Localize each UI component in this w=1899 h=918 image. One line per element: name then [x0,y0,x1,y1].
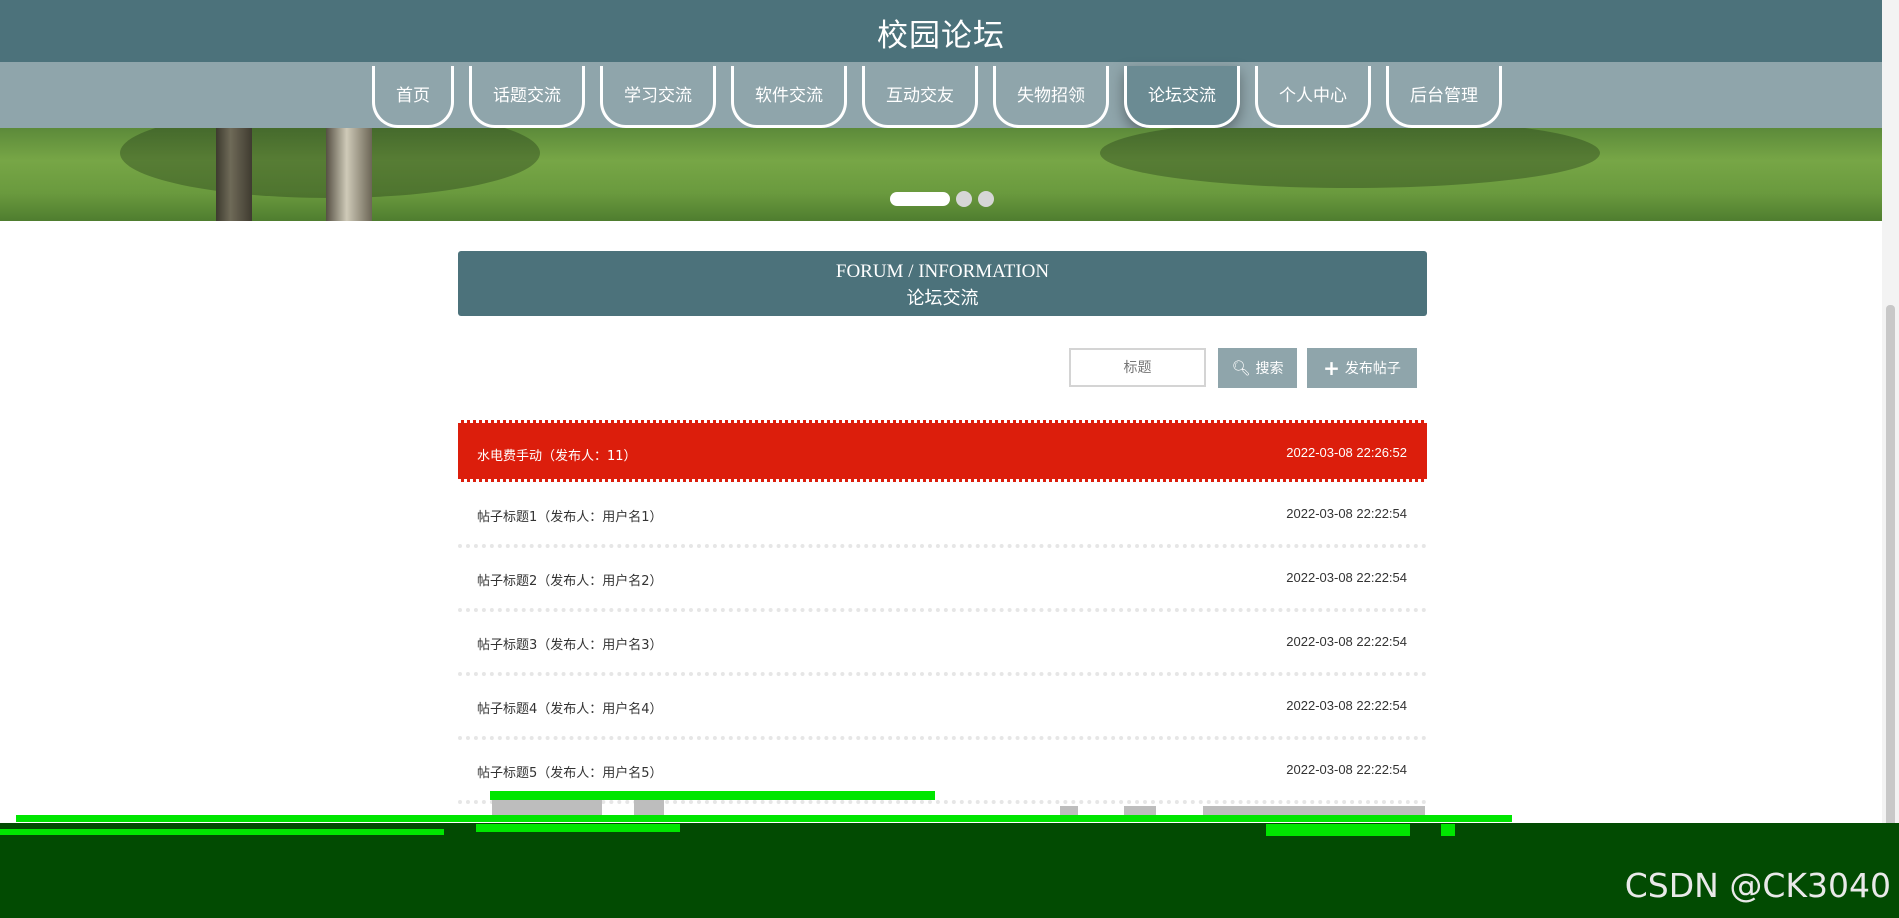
page-scrollbar[interactable] [1882,0,1899,918]
list-item[interactable]: 水电费手动（发布人：11） 2022-03-08 22:26:52 [458,420,1427,482]
post-title[interactable]: 水电费手动（发布人：11） [477,445,637,464]
render-artifact [1441,824,1455,836]
new-post-button[interactable]: + 发布帖子 [1307,348,1417,388]
render-artifact [16,815,1512,822]
nav-item-forum[interactable]: 论坛交流 [1124,66,1240,128]
scrollbar-thumb[interactable] [1886,305,1895,865]
main-nav: 首页 话题交流 学习交流 软件交流 互动交友 失物招领 论坛交流 个人中心 后台… [0,62,1882,128]
carousel-dot-active[interactable] [890,192,950,206]
post-time: 2022-03-08 22:22:54 [1286,762,1407,777]
post-title[interactable]: 帖子标题5（发布人：用户名5） [477,762,663,781]
post-time: 2022-03-08 22:22:54 [1286,506,1407,521]
nav-item-lost-found[interactable]: 失物招领 [993,66,1109,128]
banner-shadow [1100,128,1600,188]
list-item[interactable]: 帖子标题4（发布人：用户名4） 2022-03-08 22:22:54 [458,676,1427,740]
post-time: 2022-03-08 22:22:54 [1286,570,1407,585]
nav-item-admin[interactable]: 后台管理 [1386,66,1502,128]
nav-item-friends[interactable]: 互动交友 [862,66,978,128]
nav-item-home[interactable]: 首页 [372,66,454,128]
render-artifact-band [0,823,1899,918]
render-artifact [492,800,602,815]
nav-item-study[interactable]: 学习交流 [600,66,716,128]
watermark: CSDN @CK3040 [1624,866,1891,905]
render-artifact [1203,806,1425,815]
post-list: 水电费手动（发布人：11） 2022-03-08 22:26:52 帖子标题1（… [458,420,1427,804]
nav-item-software[interactable]: 软件交流 [731,66,847,128]
banner-tree [326,128,372,221]
list-item[interactable]: 帖子标题3（发布人：用户名3） 2022-03-08 22:22:54 [458,612,1427,676]
banner-carousel[interactable] [0,128,1882,221]
post-time: 2022-03-08 22:22:54 [1286,634,1407,649]
search-input[interactable] [1069,348,1206,387]
plus-icon: + [1323,356,1340,380]
section-heading: FORUM / INFORMATION 论坛交流 [458,251,1427,316]
render-artifact [476,824,680,832]
section-title-cn: 论坛交流 [906,288,979,309]
post-title[interactable]: 帖子标题4（发布人：用户名4） [477,698,663,717]
site-header: 校园论坛 [0,0,1882,62]
render-artifact [1124,806,1156,815]
render-artifact [634,800,664,815]
list-item[interactable]: 帖子标题1（发布人：用户名1） 2022-03-08 22:22:54 [458,484,1427,548]
new-post-button-label: 发布帖子 [1344,361,1401,377]
render-artifact [1060,806,1078,815]
post-title[interactable]: 帖子标题2（发布人：用户名2） [477,570,663,589]
search-icon: 🔍︎ [1231,359,1251,377]
site-title: 校园论坛 [877,18,1005,54]
banner-tree [216,128,252,221]
carousel-dot[interactable] [956,191,972,207]
render-artifact [1266,824,1410,836]
nav-item-topics[interactable]: 话题交流 [469,66,585,128]
post-title[interactable]: 帖子标题1（发布人：用户名1） [477,506,663,525]
list-item[interactable]: 帖子标题2（发布人：用户名2） 2022-03-08 22:22:54 [458,548,1427,612]
search-button-label: 搜索 [1255,361,1284,377]
post-time: 2022-03-08 22:26:52 [1286,445,1407,460]
render-artifact [0,829,444,835]
carousel-dot[interactable] [978,191,994,207]
render-artifact [490,791,935,800]
search-button[interactable]: 🔍︎ 搜索 [1218,348,1297,388]
carousel-dots [890,191,1000,207]
nav-item-profile[interactable]: 个人中心 [1255,66,1371,128]
section-title-en: FORUM / INFORMATION [835,261,1050,282]
post-title[interactable]: 帖子标题3（发布人：用户名3） [477,634,663,653]
post-time: 2022-03-08 22:22:54 [1286,698,1407,713]
